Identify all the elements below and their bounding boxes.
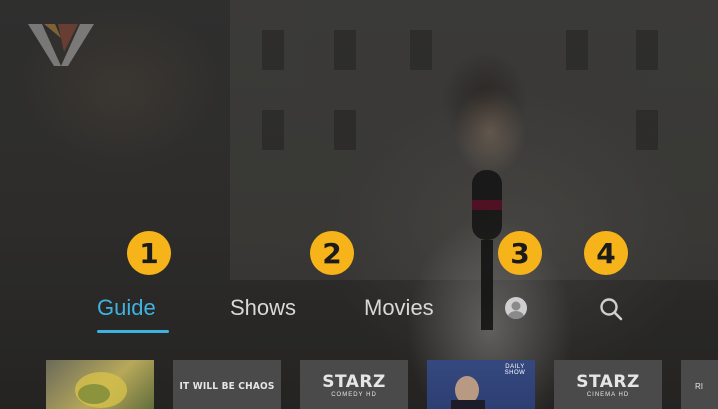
thumbnail-tile[interactable]: STARZ CINEMA HD xyxy=(554,360,662,409)
thumbnail-title: RI xyxy=(695,381,703,391)
thumbnail-tile[interactable]: STARZ COMEDY HD xyxy=(300,360,408,409)
step-badge-3: 3 xyxy=(498,231,542,275)
screen: 1 2 3 4 Guide Shows Movies IT WILL BE CH… xyxy=(0,0,718,409)
step-badge-4: 4 xyxy=(584,231,628,275)
channel-logo-text: STARZ xyxy=(322,371,386,392)
nav-tab-shows[interactable]: Shows xyxy=(230,295,296,321)
background-dim-overlay xyxy=(0,0,718,409)
nav-active-underline xyxy=(97,330,169,333)
thumbnail-tile[interactable]: IT WILL BE CHAOS xyxy=(173,360,281,409)
brand-logo-icon xyxy=(28,24,94,66)
thumbnail-title: DAILY SHOW xyxy=(504,364,526,376)
search-icon[interactable] xyxy=(598,296,624,322)
channel-subtitle: CINEMA HD xyxy=(586,391,630,398)
step-badge-1: 1 xyxy=(127,231,171,275)
thumbnail-artwork-icon xyxy=(75,372,127,408)
thumbnail-tile[interactable] xyxy=(46,360,154,409)
channel-logo-text: STARZ xyxy=(576,371,640,392)
thumbnail-tile[interactable]: RI xyxy=(681,360,718,409)
nav-tab-guide[interactable]: Guide xyxy=(97,295,156,321)
channel-subtitle: COMEDY HD xyxy=(331,391,377,398)
step-badge-2: 2 xyxy=(310,231,354,275)
thumbnail-tile[interactable]: DAILY SHOW xyxy=(427,360,535,409)
nav-tab-movies[interactable]: Movies xyxy=(364,295,434,321)
user-avatar-icon[interactable] xyxy=(505,297,527,319)
thumbnail-title: IT WILL BE CHAOS xyxy=(179,380,275,392)
